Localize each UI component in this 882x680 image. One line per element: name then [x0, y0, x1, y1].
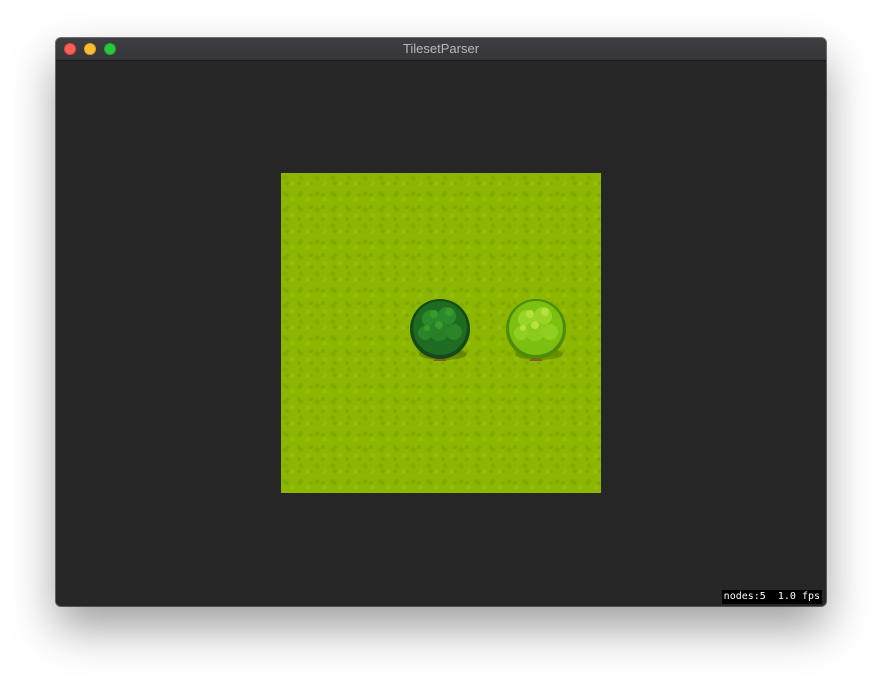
dark-green-tree: [410, 299, 470, 361]
title-bar[interactable]: TilesetParser: [56, 38, 826, 61]
window-title: TilesetParser: [402, 41, 480, 56]
app-window: TilesetParser nodes:5 1.0 fps: [56, 38, 826, 606]
stats-overlay: nodes:5 1.0 fps: [721, 590, 822, 604]
tile-scene: [281, 173, 601, 493]
game-view[interactable]: nodes:5 1.0 fps: [56, 61, 826, 606]
light-green-tree: [506, 299, 566, 361]
